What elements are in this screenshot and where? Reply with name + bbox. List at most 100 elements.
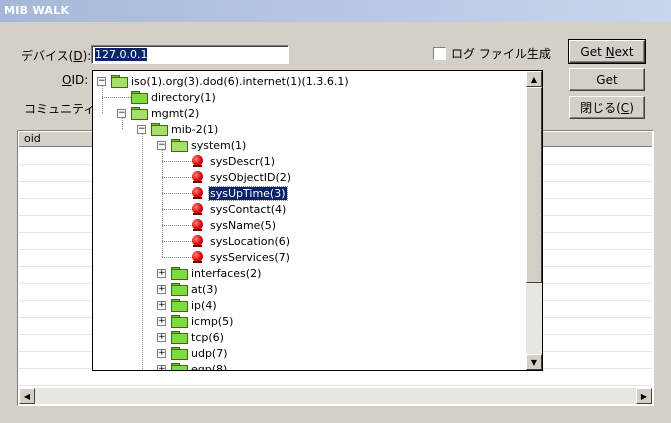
oid-tree[interactable]: − iso(1).org(3).dod(6).internet(1)(1.3.6.… xyxy=(93,71,526,370)
folder-icon xyxy=(171,363,188,370)
tree-connector-line xyxy=(122,118,123,129)
tree-node-label: sysDescr(1) xyxy=(210,154,276,168)
tree-node-label: directory(1) xyxy=(151,90,216,104)
tree-node-label: iso(1).org(3).dod(6).internet(1)(1.3.6.1… xyxy=(131,74,349,88)
expand-icon[interactable]: + xyxy=(157,348,166,358)
tree-node[interactable]: directory(1) xyxy=(131,89,217,105)
folder-icon xyxy=(171,267,188,280)
mib-leaf-icon xyxy=(191,186,205,200)
tree-connector-line xyxy=(162,225,191,226)
tree-node[interactable]: sysLocation(6) xyxy=(191,233,291,249)
tree-node-label: mgmt(2) xyxy=(151,106,200,120)
tree-connector-line xyxy=(102,86,103,113)
close-button[interactable]: 閉じる(C) xyxy=(569,96,645,119)
tree-node[interactable]: sysContact(4) xyxy=(191,201,287,217)
tree-connector-line xyxy=(162,257,191,258)
tree-node[interactable]: − mib-2(1) xyxy=(137,121,219,137)
tree-node[interactable]: sysDescr(1) xyxy=(191,153,276,169)
tree-node-label: sysServices(7) xyxy=(210,250,290,264)
folder-icon xyxy=(171,299,188,312)
tree-node-label: tcp(6) xyxy=(191,330,224,344)
tree-node-label: sysUpTime(3) xyxy=(208,185,288,201)
log-file-checkbox-label: ログ ファイル生成 xyxy=(451,47,551,61)
tree-node-label: interfaces(2) xyxy=(191,266,262,280)
tree-connector-line xyxy=(162,177,191,178)
tree-node[interactable]: − iso(1).org(3).dod(6).internet(1)(1.3.6.… xyxy=(97,73,350,89)
mib-leaf-icon xyxy=(191,218,205,232)
tree-connector-line xyxy=(162,241,191,242)
scroll-right-button[interactable]: ▶ xyxy=(636,388,652,404)
collapse-icon[interactable]: − xyxy=(117,108,126,118)
tree-scroll-down-button[interactable]: ▼ xyxy=(526,354,542,370)
device-label: デバイス(D): xyxy=(21,49,92,63)
tree-connector-line xyxy=(102,97,131,98)
open-folder-icon xyxy=(131,107,148,120)
tree-node[interactable]: + tcp(6) xyxy=(157,329,225,345)
horizontal-scrollbar[interactable]: ◀ ▶ xyxy=(19,388,652,404)
open-folder-icon xyxy=(151,123,168,136)
mib-leaf-icon xyxy=(191,170,205,184)
tree-node-label: at(3) xyxy=(191,282,218,296)
collapse-icon[interactable]: − xyxy=(97,76,106,86)
tree-node[interactable]: + at(3) xyxy=(157,281,219,297)
device-input-value: 127.0.0.1 xyxy=(95,48,148,61)
tree-node[interactable]: − mgmt(2) xyxy=(117,105,200,121)
expand-icon[interactable]: + xyxy=(157,268,166,278)
mib-leaf-icon xyxy=(191,154,205,168)
tree-node[interactable]: sysName(5) xyxy=(191,217,277,233)
oid-tree-dropdown[interactable]: − iso(1).org(3).dod(6).internet(1)(1.3.6.… xyxy=(92,70,543,371)
folder-icon xyxy=(171,315,188,328)
mib-leaf-icon xyxy=(191,202,205,216)
get-next-button[interactable]: Get Next xyxy=(568,39,646,64)
folder-icon xyxy=(131,91,148,104)
open-folder-icon xyxy=(171,139,188,152)
expand-icon[interactable]: + xyxy=(157,316,166,326)
tree-vertical-scrollbar[interactable]: ▲ ▼ xyxy=(526,71,542,370)
log-file-checkbox[interactable]: ログ ファイル生成 xyxy=(433,45,551,62)
tree-node[interactable]: + ip(4) xyxy=(157,297,218,313)
tree-node-label: sysObjectID(2) xyxy=(210,170,292,184)
tree-node-label: icmp(5) xyxy=(191,314,234,328)
tree-node-label: system(1) xyxy=(191,138,247,152)
folder-icon xyxy=(171,331,188,344)
tree-node-label: sysName(5) xyxy=(210,218,277,232)
tree-node-label: egp(8) xyxy=(191,362,228,371)
open-folder-icon xyxy=(111,75,128,88)
tree-node[interactable]: − system(1) xyxy=(157,137,247,153)
expand-icon[interactable]: + xyxy=(157,332,166,342)
expand-icon[interactable]: + xyxy=(157,284,166,294)
scroll-left-button[interactable]: ◀ xyxy=(19,388,35,404)
expand-icon[interactable]: + xyxy=(157,364,166,370)
community-label: コミュニティ xyxy=(24,102,92,116)
window-title: MIB WALK xyxy=(4,4,70,17)
mib-leaf-icon xyxy=(191,234,205,248)
expand-icon[interactable]: + xyxy=(157,300,166,310)
tree-connector-line xyxy=(142,134,143,369)
device-input[interactable]: 127.0.0.1 xyxy=(91,45,289,64)
tree-node[interactable]: + udp(7) xyxy=(157,345,229,361)
tree-connector-line xyxy=(162,209,191,210)
collapse-icon[interactable]: − xyxy=(157,140,166,150)
tree-node[interactable]: + icmp(5) xyxy=(157,313,234,329)
tree-connector-line xyxy=(162,161,191,162)
tree-node[interactable]: + egp(8) xyxy=(157,361,228,370)
mib-leaf-icon xyxy=(191,250,205,264)
tree-node[interactable]: sysUpTime(3) xyxy=(191,185,288,201)
tree-node[interactable]: sysObjectID(2) xyxy=(191,169,292,185)
oid-label: OID: xyxy=(62,73,89,87)
tree-node[interactable]: sysServices(7) xyxy=(191,249,291,265)
folder-icon xyxy=(171,283,188,296)
get-button[interactable]: Get xyxy=(569,68,645,91)
tree-scroll-up-button[interactable]: ▲ xyxy=(526,71,542,87)
log-file-checkbox-box[interactable] xyxy=(433,47,446,60)
tree-node[interactable]: + interfaces(2) xyxy=(157,265,262,281)
folder-icon xyxy=(171,347,188,360)
tree-scroll-thumb[interactable] xyxy=(526,87,542,283)
tree-node-label: mib-2(1) xyxy=(171,122,219,136)
tree-node-label: sysLocation(6) xyxy=(210,234,291,248)
title-bar: MIB WALK xyxy=(0,0,671,22)
tree-node-label: ip(4) xyxy=(191,298,217,312)
tree-node-label: sysContact(4) xyxy=(210,202,287,216)
tree-connector-line xyxy=(162,193,191,194)
collapse-icon[interactable]: − xyxy=(137,124,146,134)
